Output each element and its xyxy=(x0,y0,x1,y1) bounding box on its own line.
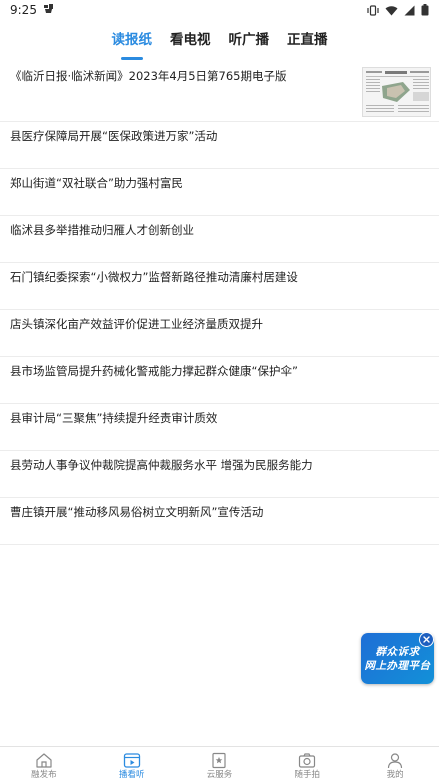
news-list-item[interactable]: 临沭县多举措推动归雁人才创新创业 xyxy=(0,216,439,263)
news-list-item[interactable]: 县劳动人事争议仲裁院提高仲裁服务水平 增强为民服务能力 xyxy=(0,451,439,498)
status-right xyxy=(367,4,429,16)
news-list-item[interactable]: 店头镇深化亩产效益评价促进工业经济量质双提升 xyxy=(0,310,439,357)
close-icon xyxy=(423,636,430,643)
nav-item-watch-listen[interactable]: 播看听 xyxy=(88,747,176,782)
camera-icon xyxy=(299,753,316,768)
tab-live[interactable]: 正直播 xyxy=(285,26,330,54)
service-icon xyxy=(212,752,227,769)
status-time: 9:25 xyxy=(10,3,37,17)
nav-label: 随手拍 xyxy=(294,770,321,780)
nav-item-release[interactable]: 融发布 xyxy=(0,747,88,782)
nav-label: 融发布 xyxy=(31,770,57,780)
home-icon xyxy=(36,753,52,768)
nav-label: 云服务 xyxy=(206,770,233,780)
bottom-navigation: 融发布 播看听 云服务 随手拍 我的 xyxy=(0,746,439,782)
news-list-item[interactable]: 郑山街道“双社联合”助力强村富民 xyxy=(0,169,439,216)
newspaper-edition-item[interactable]: 《临沂日报·临沭新闻》2023年4月5日第765期电子版 xyxy=(0,62,439,122)
status-bar: 9:25 xyxy=(0,0,439,20)
tab-listen-radio[interactable]: 听广播 xyxy=(227,26,272,54)
news-list-item[interactable]: 县审计局“三聚焦”持续提升经责审计质效 xyxy=(0,404,439,451)
play-icon xyxy=(123,753,140,768)
news-list-item[interactable]: 石门镇纪委探索“小微权力”监督新路径推动清廉村居建设 xyxy=(0,263,439,310)
signal-icon xyxy=(404,5,415,16)
notification-app-icon xyxy=(43,3,54,17)
newspaper-thumbnail xyxy=(362,67,431,117)
status-left: 9:25 xyxy=(10,3,54,17)
tab-watch-tv[interactable]: 看电视 xyxy=(168,26,213,54)
promo-line-1: 群众诉求 xyxy=(375,645,420,658)
news-list-item[interactable]: 县医疗保障局开展“医保政策进万家”活动 xyxy=(0,122,439,169)
news-list-item[interactable]: 县市场监管局提升药械化警戒能力撑起群众健康“保护伞” xyxy=(0,357,439,404)
nav-label: 播看听 xyxy=(118,770,145,780)
news-list-item[interactable]: 曹庄镇开展“推动移风易俗树立文明新风”宣传活动 xyxy=(0,498,439,545)
promo-line-2: 网上办理平台 xyxy=(364,659,431,672)
user-icon xyxy=(387,753,403,769)
wifi-icon xyxy=(385,5,398,16)
nav-item-cloud-service[interactable]: 云服务 xyxy=(176,747,264,782)
nav-item-mine[interactable]: 我的 xyxy=(351,747,439,782)
newspaper-edition-title: 《临沂日报·临沭新闻》2023年4月5日第765期电子版 xyxy=(10,69,287,83)
battery-icon xyxy=(421,4,429,16)
tab-read-newspaper[interactable]: 读报纸 xyxy=(110,26,155,54)
vibrate-icon xyxy=(367,4,379,16)
media-tab-bar: 读报纸 看电视 听广播 正直播 xyxy=(0,26,439,54)
nav-label: 我的 xyxy=(386,770,404,780)
promo-close-button[interactable] xyxy=(419,632,434,647)
news-list: 县医疗保障局开展“医保政策进万家”活动 郑山街道“双社联合”助力强村富民 临沭县… xyxy=(0,122,439,545)
nav-item-snapshot[interactable]: 随手拍 xyxy=(263,747,351,782)
